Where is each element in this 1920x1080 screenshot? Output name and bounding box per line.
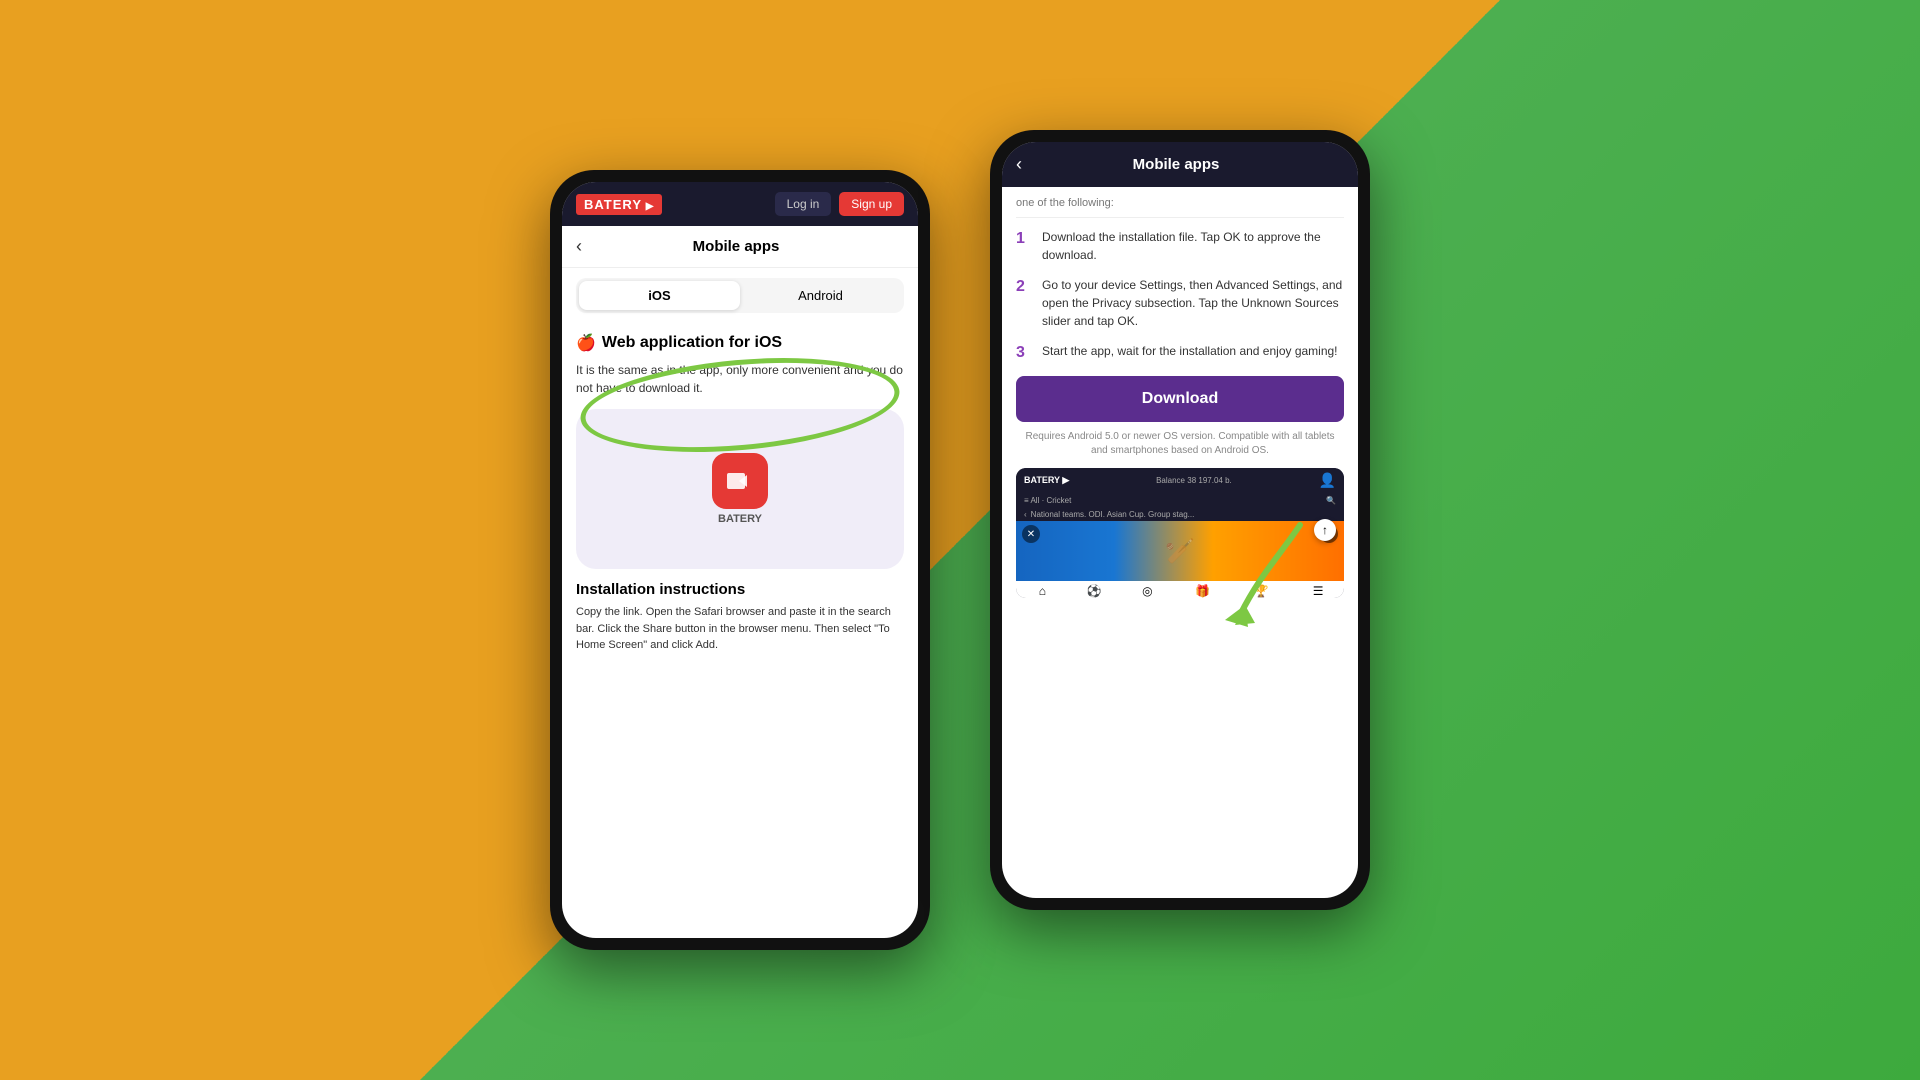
step-3: 3 Start the app, wait for the installati… bbox=[1016, 342, 1344, 364]
sport-icon: ⚽ bbox=[1087, 584, 1102, 598]
mini-close-icon: ✕ bbox=[1022, 525, 1040, 543]
compat-note: Requires Android 5.0 or newer OS version… bbox=[1016, 430, 1344, 458]
mini-search-icon: 🔍 bbox=[1326, 496, 1336, 505]
tab-android[interactable]: Android bbox=[740, 281, 901, 310]
back-button-ios[interactable]: ‹ bbox=[576, 236, 582, 257]
mini-footer-nav: ⌂ Home ⚽ Sport ◎ Casino 🎁 Promo bbox=[1016, 581, 1344, 598]
install-desc: Copy the link. Open the Safari browser a… bbox=[576, 604, 904, 654]
phone2-content: one of the following: 1 Download the ins… bbox=[1002, 187, 1358, 898]
step-2: 2 Go to your device Settings, then Advan… bbox=[1016, 276, 1344, 330]
mini-app-header: BATERY ▶ Balance 38 197.04 b. 👤 bbox=[1016, 468, 1344, 493]
tab-ios[interactable]: iOS bbox=[579, 281, 740, 310]
install-title: Installation instructions bbox=[576, 581, 904, 598]
mini-match-bar: ‹ National teams. ODI. Asian Cup. Group … bbox=[1016, 508, 1344, 521]
phone1-content: 🍎 Web application for iOS It is the same… bbox=[562, 323, 918, 938]
mini-batery-logo: BATERY ▶ bbox=[1024, 475, 1069, 486]
menu-icon: ☰ bbox=[1313, 584, 1324, 598]
mini-nav-promo: 🎁 Promo bbox=[1192, 584, 1213, 598]
phone2-screen: ‹ Mobile apps one of the following: 1 Do… bbox=[1002, 142, 1358, 898]
mini-app-screenshot: BATERY ▶ Balance 38 197.04 b. 👤 ≡ All · … bbox=[1016, 468, 1344, 598]
signup-button[interactable]: Sign up bbox=[839, 192, 904, 216]
mini-back-icon: ‹ bbox=[1024, 510, 1027, 519]
tabs-container: iOS Android bbox=[576, 278, 904, 313]
app-icon-wrapper: BATERY bbox=[712, 453, 768, 525]
ios-description: It is the same as in the app, only more … bbox=[576, 361, 904, 397]
download-button[interactable]: Download bbox=[1016, 376, 1344, 422]
home-icon: ⌂ bbox=[1039, 584, 1046, 598]
mini-nav-sport: ⚽ Sport bbox=[1086, 584, 1103, 598]
step-2-num: 2 bbox=[1016, 276, 1032, 298]
app-icon bbox=[712, 453, 768, 509]
mini-balance: Balance 38 197.04 b. bbox=[1156, 476, 1232, 485]
page-title-android: Mobile apps bbox=[1032, 156, 1320, 173]
mini-nav-menu: ☰ Menu bbox=[1309, 584, 1327, 598]
tourneys-icon: 🏆 bbox=[1254, 584, 1269, 598]
step-3-num: 3 bbox=[1016, 342, 1032, 364]
apple-icon: 🍎 bbox=[576, 333, 596, 353]
phone1-header: BATERY Log in Sign up bbox=[562, 182, 918, 226]
phone-ios: BATERY Log in Sign up ‹ Mobile apps iOS … bbox=[550, 170, 930, 950]
phone-android: ‹ Mobile apps one of the following: 1 Do… bbox=[990, 130, 1370, 910]
header-buttons: Log in Sign up bbox=[775, 192, 904, 216]
page-title-ios: Mobile apps bbox=[592, 238, 880, 255]
step-3-text: Start the app, wait for the installation… bbox=[1042, 342, 1338, 360]
mini-nav-home: ⌂ Home bbox=[1033, 584, 1052, 598]
app-preview: BATERY bbox=[576, 409, 904, 569]
mini-nav-tourneys: 🏆 Tourneys bbox=[1247, 584, 1275, 598]
page-header-ios: ‹ Mobile apps bbox=[562, 226, 918, 268]
promo-icon: 🎁 bbox=[1195, 584, 1210, 598]
phone1-screen: BATERY Log in Sign up ‹ Mobile apps iOS … bbox=[562, 182, 918, 938]
batery-logo: BATERY bbox=[576, 194, 662, 215]
step-1-text: Download the installation file. Tap OK t… bbox=[1042, 228, 1344, 264]
mini-nav-casino: ◎ Casino bbox=[1137, 584, 1159, 598]
mini-cricket-image: ✕ ⤢ 🏏 ↑ bbox=[1016, 521, 1344, 581]
mini-nav-bar: ≡ All · Cricket 🔍 bbox=[1016, 493, 1344, 508]
casino-icon: ◎ bbox=[1142, 584, 1152, 598]
phone2-header: ‹ Mobile apps bbox=[1002, 142, 1358, 187]
step-1-num: 1 bbox=[1016, 228, 1032, 250]
cricket-icon: 🏏 bbox=[1165, 537, 1195, 566]
back-button-android[interactable]: ‹ bbox=[1016, 154, 1022, 175]
mini-user-icon: 👤 bbox=[1319, 472, 1336, 489]
step-1: 1 Download the installation file. Tap OK… bbox=[1016, 228, 1344, 264]
login-button[interactable]: Log in bbox=[775, 192, 832, 216]
ios-section-title: 🍎 Web application for iOS bbox=[576, 333, 904, 353]
top-partial-text: one of the following: bbox=[1016, 197, 1344, 218]
app-icon-label: BATERY bbox=[718, 513, 762, 525]
step-2-text: Go to your device Settings, then Advance… bbox=[1042, 276, 1344, 330]
